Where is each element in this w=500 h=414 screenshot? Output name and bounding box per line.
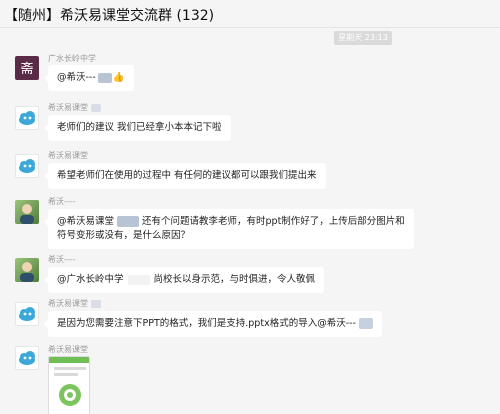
message-bubble[interactable]: 老师们的建议 我们已经拿小本本记下啦 [44, 115, 231, 141]
image-thumbnail[interactable] [48, 356, 90, 414]
sender-name: 希沃易课堂 [48, 298, 101, 309]
blurred-name [117, 216, 140, 227]
thumbs-up-emoji: 👍 [112, 72, 125, 83]
message-text: @希沃--- [57, 72, 96, 83]
blurred-name [97, 72, 112, 83]
user-avatar[interactable] [15, 200, 39, 224]
seewo-avatar[interactable] [15, 302, 39, 326]
sender-name: 希沃易课堂 [48, 102, 101, 113]
message-text: 老师们的建议 我们已经拿小本本记下啦 [57, 122, 222, 133]
user-avatar[interactable] [15, 258, 39, 282]
message-bubble[interactable]: @希沃--- 👍 [44, 65, 134, 91]
blurred-name [127, 274, 150, 285]
seewo-avatar[interactable] [15, 346, 39, 370]
sender-name: 广水长岭中学 [48, 54, 96, 63]
blurred-name [358, 318, 373, 329]
message-text: 尚校长以身示范，与时俱进，令人敬佩 [153, 274, 316, 285]
svg-text:斋: 斋 [20, 61, 33, 77]
mention-text: @广水长岭中学 [57, 274, 124, 285]
message-text: 还有个问题请教李老师，有时ppt制作好了，上传后部分图片和 [142, 216, 405, 227]
sender-name: 希沃---- [48, 255, 76, 264]
mention-text: @希沃易课堂 [57, 216, 115, 227]
message-text-line2: 符号变形或没有，是什么原因？ [57, 230, 191, 241]
message-timestamp: 星期天 23:13 [334, 31, 392, 45]
message-bubble[interactable]: @希沃易课堂 还有个问题请教李老师，有时ppt制作好了，上传后部分图片和 符号变形… [44, 209, 414, 249]
chat-header: 【随州】希沃易课堂交流群 (132) [0, 0, 500, 28]
seewo-avatar[interactable] [15, 154, 39, 178]
sender-name: 希沃易课堂 [48, 151, 88, 160]
sender-name: 希沃易课堂 [48, 345, 88, 354]
message-bubble[interactable]: @广水长岭中学 尚校长以身示范，与时俱进，令人敬佩 [43, 267, 325, 293]
message-text: 是因为您需要注意下PPT的格式，我们是支持.pptx格式的导入@希沃--- [57, 318, 356, 329]
chat-title[interactable]: 【随州】希沃易课堂交流群 (132) [4, 5, 214, 25]
user-avatar[interactable]: 斋 [15, 56, 39, 80]
sender-name: 希沃---- [48, 197, 76, 206]
message-text: 希望老师们在使用的过程中 有任何的建议都可以跟我们提出来 [57, 170, 317, 181]
seewo-avatar[interactable] [15, 106, 39, 130]
message-bubble[interactable]: 是因为您需要注意下PPT的格式，我们是支持.pptx格式的导入@希沃--- [44, 311, 382, 337]
message-bubble[interactable]: 希望老师们在使用的过程中 有任何的建议都可以跟我们提出来 [44, 163, 326, 189]
